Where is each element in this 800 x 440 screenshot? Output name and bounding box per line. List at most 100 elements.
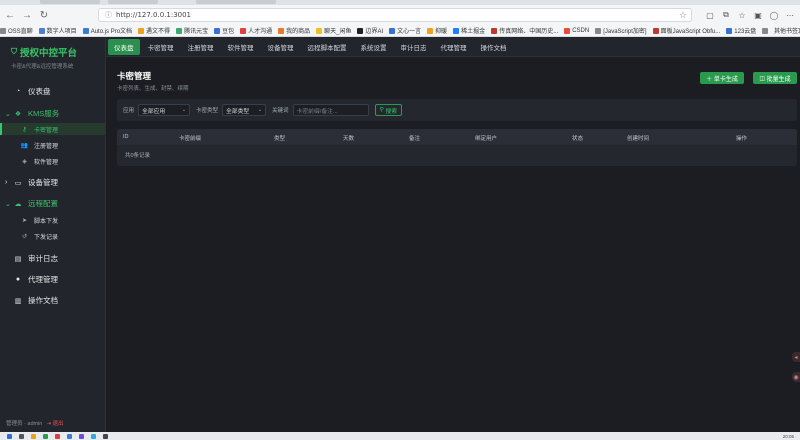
app-select-value: 全部应用 — [142, 108, 166, 115]
sidebar-item-label: 仪表盘 — [28, 87, 51, 96]
topnav-tab[interactable]: 设备管理 — [268, 39, 294, 55]
browser-tab[interactable] — [40, 0, 100, 4]
logout-label: 退出 — [52, 421, 64, 427]
collections-icon[interactable]: ▣ — [752, 8, 764, 22]
browser-tab[interactable] — [108, 0, 158, 4]
users-icon: 👥 — [20, 142, 29, 149]
topnav-tab[interactable]: 操作文档 — [481, 39, 507, 55]
app-icon[interactable] — [79, 433, 84, 439]
topnav-tab[interactable]: 审计日志 — [401, 39, 427, 55]
type-select[interactable]: 全部类型 ⌄ — [222, 104, 267, 116]
topnav-tab[interactable]: 代理管理 — [441, 39, 467, 55]
profile-icon[interactable]: ◯ — [768, 8, 780, 22]
more-menu-icon[interactable]: ⋯ — [784, 8, 796, 22]
bookmark-item[interactable]: 面板JavaScript Obfu... — [652, 26, 720, 35]
sidebar-item-label: 审计日志 — [28, 254, 58, 263]
browser-tab[interactable] — [196, 0, 276, 4]
topnav-tab[interactable]: 卡密管理 — [148, 39, 174, 55]
address-url[interactable]: http://127.0.0.1:3001 — [116, 11, 191, 19]
app-icon[interactable] — [91, 433, 96, 439]
sidebar-item-label: 下发记录 — [34, 234, 59, 241]
app-icon[interactable] — [43, 433, 48, 439]
sidebar-item-agent-management[interactable]: ● 代理管理 — [0, 274, 105, 285]
table-empty-state: 共0条记录 — [125, 153, 151, 159]
topnav-tab[interactable]: 远程脚本配置 — [308, 39, 347, 55]
bookmark-item[interactable]: CSDN — [564, 27, 589, 34]
single-generate-button[interactable]: ＋ 单卡生成 — [700, 72, 744, 84]
topnav-tab[interactable]: 仪表盘 — [108, 38, 140, 55]
reload-icon[interactable]: ↻ — [37, 8, 51, 22]
search-icon[interactable] — [19, 433, 24, 439]
bookmark-label: 腾讯元宝 — [184, 29, 209, 35]
bookmark-item[interactable]: 数字人项目 — [38, 26, 77, 35]
bookmark-star-icon[interactable]: ☆ — [679, 10, 687, 21]
info-icon[interactable]: ⓘ — [105, 10, 112, 20]
bookmark-item[interactable]: Auto.js Pro文档 — [82, 26, 132, 35]
sidebar-item-dispatch-history[interactable]: ↺ 下发记录 — [0, 230, 105, 242]
app-icon[interactable] — [55, 433, 60, 439]
start-icon[interactable] — [7, 433, 12, 439]
batch-generate-button[interactable]: ◫ 批量生成 — [753, 72, 797, 84]
cubes-icon: ❖ — [14, 110, 22, 118]
sidebar-item-remote-config[interactable]: ⌄ ☁ 远程配置 — [0, 198, 105, 209]
sidebar-item-dashboard[interactable]: ◔ 仪表盘 — [0, 86, 105, 97]
favicon-icon — [357, 27, 364, 34]
logout-button[interactable]: ⇥ 退出 — [46, 419, 63, 427]
bookmark-item[interactable]: 传真网络、中国历史... — [491, 26, 558, 35]
sidebar-item-devices[interactable]: › ▭ 设备管理 — [0, 177, 105, 188]
bookmark-item[interactable]: 人才沟通 — [240, 26, 272, 35]
bookmark-item[interactable]: 我的商品 — [278, 26, 310, 35]
bookmark-item[interactable]: 聊天_闲鱼 — [316, 26, 351, 35]
sidebar-item-kms[interactable]: ⌄ ❖ KMS服务 — [0, 108, 105, 119]
bookmark-item[interactable]: OSS直聊 — [0, 26, 33, 35]
sidebar-item-registration-management[interactable]: 👥 注册管理 — [0, 139, 105, 151]
terminal-icon[interactable] — [103, 433, 108, 439]
favicon-icon — [0, 27, 6, 34]
bookmark-item[interactable]: 豆包 — [214, 26, 234, 35]
topnav-tab[interactable]: 注册管理 — [188, 39, 214, 55]
address-bar[interactable]: ⓘ http://127.0.0.1:3001 ☆ — [98, 8, 692, 22]
os-taskbar: 20:05 — [0, 432, 800, 440]
bookmark-item[interactable]: 稀土掘金 — [453, 26, 485, 35]
bookmark-item[interactable]: 123云盘 — [726, 26, 756, 35]
sidebar-item-docs[interactable]: ▥ 操作文档 — [0, 295, 105, 306]
bookmark-item[interactable]: 文心一言 — [389, 26, 421, 35]
sidebar-item-script-dispatch[interactable]: ➤ 脚本下发 — [0, 214, 105, 226]
bookmark-item[interactable]: [JavaScript加密] — [595, 26, 647, 35]
forward-icon[interactable]: → — [20, 8, 34, 22]
bookmark-label: 豆包 — [222, 29, 235, 35]
other-bookmarks[interactable]: 其他书签 — [769, 26, 798, 35]
app-root: ⛉ 授权中控平台 卡密&代理&远控管理系统 ◔ 仪表盘 ⌄ ❖ KMS服务 ⚷ … — [0, 37, 800, 432]
file-explorer-icon[interactable] — [31, 433, 36, 439]
keyword-input[interactable]: 卡密前缀/备注... — [292, 104, 369, 116]
assistant-icon[interactable]: ◂ — [792, 352, 800, 362]
document-icon: ▥ — [14, 297, 22, 305]
sidebar-item-label: 操作文档 — [28, 296, 58, 305]
topnav-tab[interactable]: 软件管理 — [228, 39, 254, 55]
split-view-icon[interactable]: ▢ — [704, 8, 716, 22]
topnav-tab[interactable]: 系统设置 — [361, 39, 387, 55]
back-icon[interactable]: ← — [3, 8, 17, 22]
brand-name[interactable]: ⛉ 授权中控平台 — [11, 45, 105, 59]
bookmark-item[interactable]: 抑暖 — [427, 26, 447, 35]
bookmark-label: 文心一言 — [397, 29, 422, 35]
sidebar-item-audit-log[interactable]: ▤ 审计日志 — [0, 253, 105, 264]
batch-generate-label: 批量生成 — [766, 76, 791, 83]
bookmark-label: 人才沟通 — [248, 29, 273, 35]
extensions-icon[interactable]: ⧉ — [720, 8, 732, 22]
favorites-icon[interactable]: ☆ — [736, 8, 748, 22]
favicon-icon — [138, 27, 145, 34]
sidebar-item-software-management[interactable]: ◈ 软件管理 — [0, 155, 105, 167]
book-icon: ▤ — [14, 255, 22, 263]
search-button[interactable]: ⚲ 搜索 — [374, 104, 403, 116]
bookmark-item[interactable]: 腾讯元宝 — [176, 26, 208, 35]
sidebar-item-card-management[interactable]: ⚷ 卡密管理 — [0, 123, 105, 135]
brand-name-text: 授权中控平台 — [20, 48, 78, 59]
browser-toolbar-actions: ▢ ⧉ ☆ ▣ ◯ ⋯ — [704, 8, 796, 22]
bookmark-item[interactable]: 边界AI — [357, 26, 383, 35]
box-icon: ◈ — [22, 158, 27, 165]
app-select[interactable]: 全部应用 ⌄ — [138, 104, 191, 116]
bookmark-item[interactable]: 遇文不得 — [138, 26, 170, 35]
browser-icon[interactable] — [67, 433, 72, 439]
translate-icon[interactable]: ◉ — [792, 372, 800, 382]
